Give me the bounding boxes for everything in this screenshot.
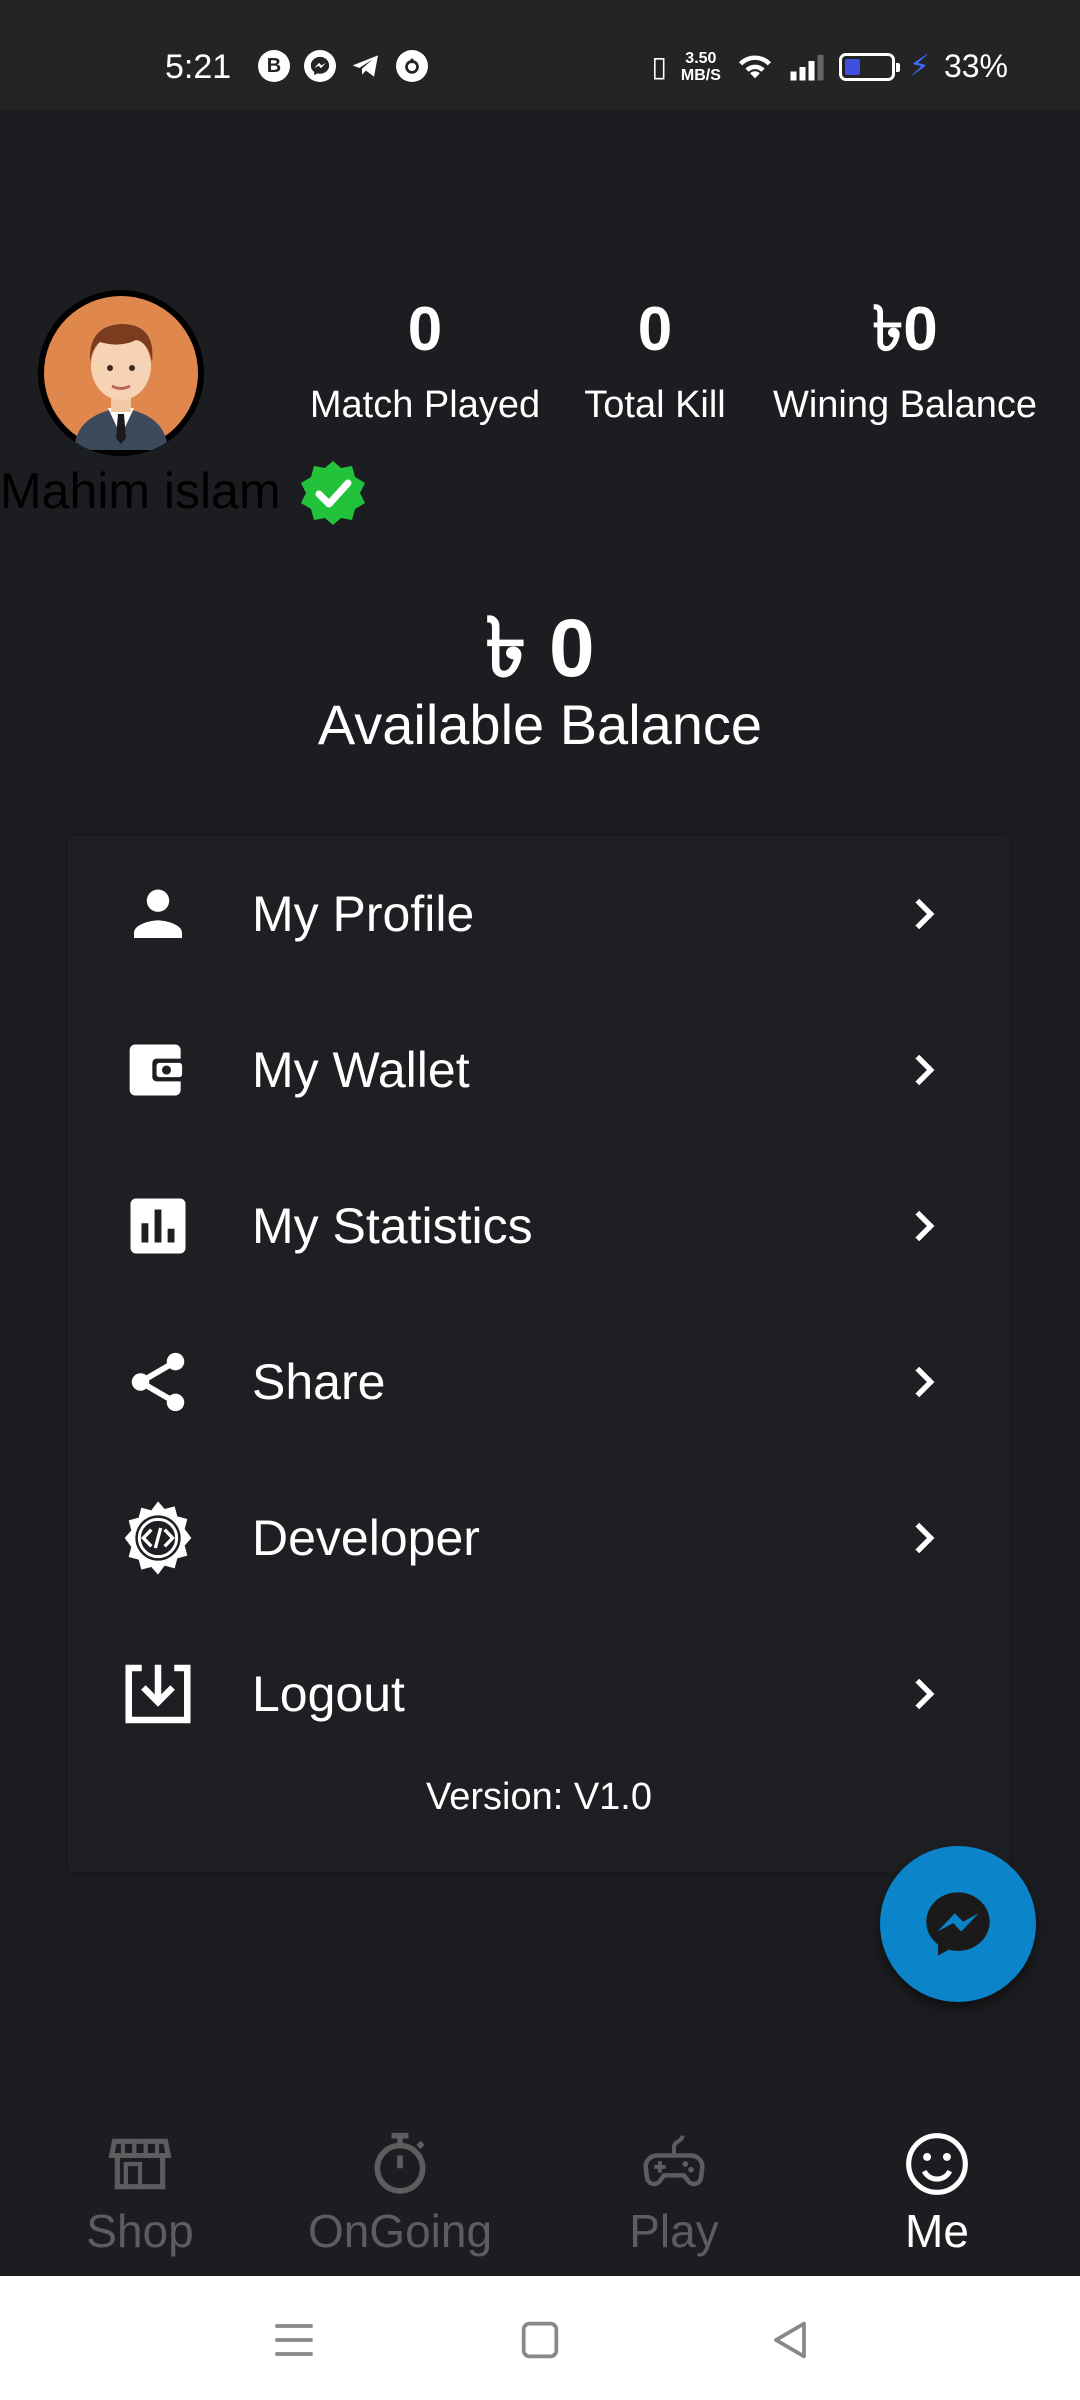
vibrate-icon: ▯ <box>651 51 667 82</box>
download-box-icon <box>118 1654 198 1734</box>
menu-item-label: My Statistics <box>252 1198 533 1254</box>
battery-percent: 33% <box>943 48 1008 84</box>
chevron-right-icon <box>915 1054 935 1086</box>
network-speed: 3.50 MB/S <box>681 50 721 84</box>
wallet-icon <box>118 1030 198 1110</box>
menu-item-my-statistics[interactable]: My Statistics <box>68 1148 1010 1304</box>
version-text: Version: V1.0 <box>425 1776 653 1818</box>
wifi-icon <box>738 54 771 78</box>
nav-item-me[interactable]: Me <box>837 2096 1037 2276</box>
nav-item-ongoing[interactable]: OnGoing <box>300 2096 500 2276</box>
nav-label: Play <box>629 2205 719 2257</box>
menu-item-my-profile[interactable]: My Profile <box>68 836 1010 992</box>
system-navigation-bar <box>0 2276 1080 2400</box>
status-system-icons: ▯ 3.50 MB/S ⚡ 33% <box>651 48 1008 85</box>
back-icon[interactable] <box>762 2312 818 2368</box>
avatar[interactable] <box>38 290 204 456</box>
store-icon <box>108 2138 172 2190</box>
b-icon: B <box>258 50 290 82</box>
stat-total-kill: 0 Total Kill <box>565 290 745 427</box>
menu-item-label: Developer <box>252 1510 480 1566</box>
verified-badge-icon <box>301 461 365 525</box>
chevron-right-icon <box>915 1366 935 1398</box>
menu-item-label: Share <box>252 1354 386 1410</box>
menu-icon[interactable] <box>266 2312 322 2368</box>
person-icon <box>118 874 198 954</box>
status-notification-icons: B <box>258 50 428 82</box>
available-balance-label: Available Balance <box>317 693 763 756</box>
gamepad-icon <box>643 2135 705 2187</box>
developer-gear-icon <box>118 1498 198 1578</box>
notification-app-icon <box>396 50 428 82</box>
menu-card: My Profile My Wallet My Statistics Share <box>68 836 1010 1872</box>
nav-label: Me <box>905 2205 969 2257</box>
stat-label: Total Kill <box>584 384 726 426</box>
messenger-chat-button[interactable] <box>880 1846 1036 2002</box>
nav-label: OnGoing <box>307 2205 493 2257</box>
status-time: 5:21 <box>165 48 232 86</box>
network-speed-unit: MB/S <box>680 66 721 84</box>
chevron-right-icon <box>915 898 935 930</box>
smiley-icon <box>906 2133 968 2195</box>
stat-value: 0 <box>407 295 443 364</box>
charging-icon: ⚡ <box>908 50 930 83</box>
battery-icon <box>838 52 900 81</box>
telegram-icon <box>350 50 382 82</box>
menu-item-share[interactable]: Share <box>68 1304 1010 1460</box>
menu-item-label: My Wallet <box>252 1042 470 1098</box>
nav-item-play[interactable]: Play <box>574 2096 774 2276</box>
chevron-right-icon <box>915 1678 935 1710</box>
menu-item-my-wallet[interactable]: My Wallet <box>68 992 1010 1148</box>
stat-value: ৳0 <box>872 295 938 364</box>
stat-value: 0 <box>637 295 673 364</box>
share-icon <box>118 1342 198 1422</box>
chevron-right-icon <box>915 1522 935 1554</box>
menu-item-label: Logout <box>252 1666 405 1722</box>
stopwatch-icon <box>374 2132 426 2194</box>
menu-item-logout[interactable]: Logout <box>68 1616 1010 1772</box>
bottom-navigation: Shop OnGoing Play Me <box>0 2096 1080 2276</box>
status-bar: 5:21 B ▯ 3.50 MB/S ⚡ 33% <box>0 0 1080 110</box>
menu-item-developer[interactable]: Developer <box>68 1460 1010 1616</box>
chevron-right-icon <box>915 1210 935 1242</box>
messenger-icon <box>304 50 336 82</box>
messenger-icon <box>926 1892 990 1956</box>
stat-label: Match Played <box>309 384 541 426</box>
menu-item-label: My Profile <box>252 886 475 942</box>
stat-wining-balance: ৳0 Wining Balance <box>760 290 1050 427</box>
nav-label: Shop <box>86 2205 194 2257</box>
nav-item-shop[interactable]: Shop <box>40 2096 240 2276</box>
stat-match-played: 0 Match Played <box>300 290 550 427</box>
stat-label: Wining Balance <box>772 384 1038 426</box>
network-speed-value: 3.50 <box>685 49 717 67</box>
bar-chart-icon <box>118 1186 198 1266</box>
signal-icon <box>790 54 824 80</box>
home-icon[interactable] <box>512 2312 568 2368</box>
user-name: Mahim islam <box>0 463 281 519</box>
